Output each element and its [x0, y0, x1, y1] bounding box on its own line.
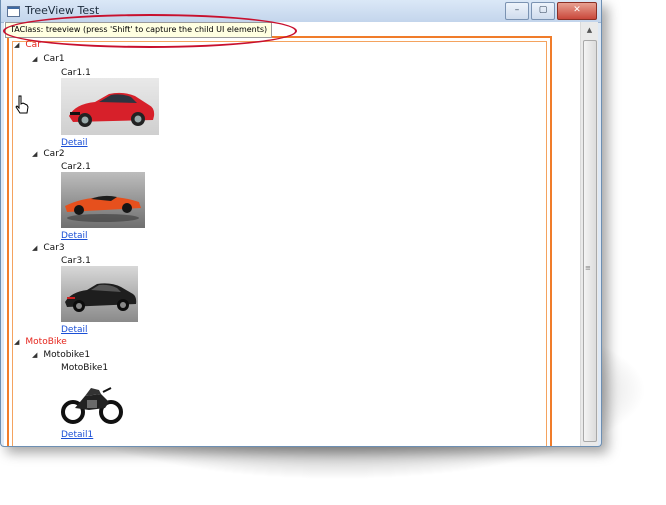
detail-link-label[interactable]: Detail: [61, 325, 88, 335]
tree-node-car[interactable]: ◢ Car: [14, 40, 41, 50]
vertical-scrollbar[interactable]: ▲ ≡: [580, 22, 598, 446]
car2-image: [61, 172, 145, 228]
tree-node-car2[interactable]: ◢ Car2: [32, 149, 65, 159]
tree-node-car1[interactable]: ◢ Car1: [32, 54, 65, 64]
detail-link-label[interactable]: Detail: [61, 231, 88, 241]
treeview-test-window: TreeView Test – ▢ ✕ TAClass: treeview (p…: [0, 0, 602, 447]
node-label-car2: Car2: [43, 149, 65, 159]
detail-link-label[interactable]: Detail1: [61, 430, 93, 440]
taclass-tooltip: TAClass: treeview (press 'Shift' to capt…: [5, 22, 273, 38]
node-label-motobike1: Motobike1: [43, 350, 91, 360]
scrollbar-grip-icon: ≡: [585, 264, 591, 272]
car2-detail-link[interactable]: Detail: [61, 231, 88, 241]
treeview[interactable]: ◢ Car ◢ Car1 Car1.1 Detail ◢ Car2 Car2.1…: [4, 22, 564, 446]
hand-pointer-icon: [14, 95, 30, 115]
motobike1-image: [61, 378, 123, 426]
scrollbar-thumb[interactable]: [583, 40, 597, 442]
caption-buttons: – ▢ ✕: [503, 2, 597, 20]
tree-node-car3[interactable]: ◢ Car3: [32, 243, 65, 253]
close-button[interactable]: ✕: [557, 2, 597, 20]
scroll-up-arrow-icon[interactable]: ▲: [581, 22, 598, 39]
leaf-label-car1-1: Car1.1: [61, 68, 91, 78]
window-title: TreeView Test: [25, 4, 100, 17]
car1-detail-link[interactable]: Detail: [61, 138, 88, 148]
expanded-arrow-icon[interactable]: ◢: [14, 41, 19, 49]
car3-detail-link[interactable]: Detail: [61, 325, 88, 335]
tree-leaf-car1-1[interactable]: Car1.1: [61, 68, 91, 78]
tree-node-motobike1[interactable]: ◢ Motobike1: [32, 350, 90, 360]
node-label-car1: Car1: [43, 54, 65, 64]
leaf-label-car2-1: Car2.1: [61, 162, 91, 172]
leaf-label-motobike1: MotoBike1: [61, 363, 109, 373]
expanded-arrow-icon[interactable]: ◢: [32, 150, 37, 158]
tree-leaf-car3-1[interactable]: Car3.1: [61, 256, 91, 266]
app-icon: [7, 6, 20, 17]
tree-leaf-motobike1[interactable]: MotoBike1: [61, 363, 108, 373]
maximize-button[interactable]: ▢: [531, 2, 555, 20]
client-area: ◢ Car ◢ Car1 Car1.1 Detail ◢ Car2 Car2.1…: [4, 22, 598, 446]
motobike1-detail-link[interactable]: Detail1: [61, 430, 93, 440]
car1-image: [61, 78, 159, 135]
leaf-label-car3-1: Car3.1: [61, 256, 91, 266]
tree-node-motobike[interactable]: ◢ MotoBike: [14, 337, 67, 347]
title-bar[interactable]: TreeView Test – ▢ ✕: [1, 0, 601, 23]
expanded-arrow-icon[interactable]: ◢: [32, 244, 37, 252]
expanded-arrow-icon[interactable]: ◢: [14, 338, 19, 346]
minimize-button[interactable]: –: [505, 2, 529, 20]
expanded-arrow-icon[interactable]: ◢: [32, 351, 37, 359]
screenshot-stage: TreeView Test – ▢ ✕ TAClass: treeview (p…: [0, 0, 666, 505]
node-label-car3: Car3: [43, 243, 65, 253]
expanded-arrow-icon[interactable]: ◢: [32, 55, 37, 63]
node-label-car: Car: [25, 40, 41, 50]
detail-link-label[interactable]: Detail: [61, 138, 88, 148]
tree-leaf-car2-1[interactable]: Car2.1: [61, 162, 91, 172]
node-label-motobike: MotoBike: [25, 337, 67, 347]
car3-image: [61, 266, 138, 322]
